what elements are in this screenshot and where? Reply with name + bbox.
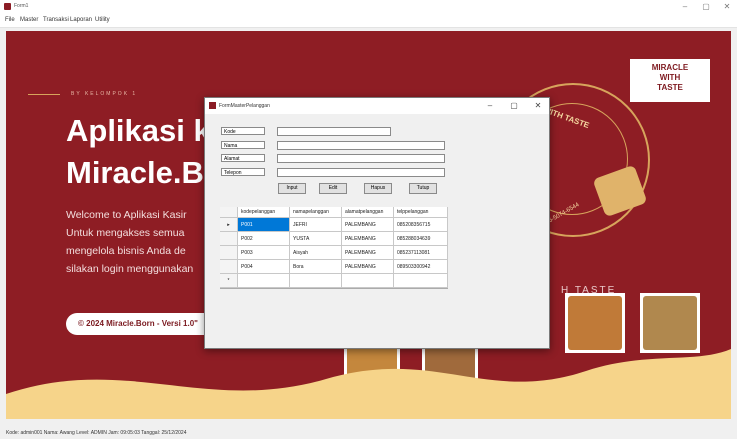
grid-new-row-cell[interactable] bbox=[238, 274, 290, 288]
brand-box: MIRACLE WITH TASTE bbox=[630, 59, 710, 102]
tutup-button[interactable]: Tutup bbox=[409, 183, 437, 194]
grid-cell[interactable]: 085237113081 bbox=[394, 246, 448, 260]
dialog-title: FormMasterPelanggan bbox=[219, 103, 270, 109]
input-telepon[interactable] bbox=[277, 168, 445, 177]
welcome-line-4: silakan login menggunakan bbox=[66, 263, 194, 275]
grid-cell[interactable]: P002 bbox=[238, 232, 290, 246]
grid-cell[interactable]: Bora bbox=[290, 260, 342, 274]
menu-laporan[interactable]: Laporan bbox=[70, 17, 92, 23]
label-alamat: Alamat bbox=[221, 154, 265, 162]
grid-cell[interactable]: P004 bbox=[238, 260, 290, 274]
welcome-line-3: mengelola bisnis Anda de bbox=[66, 245, 186, 257]
hero-title-line2: Miracle.B bbox=[66, 155, 204, 190]
form-master-pelanggan-dialog: FormMasterPelanggan – ▢ ✕ Kode Nama Alam… bbox=[204, 97, 550, 349]
app-icon bbox=[4, 3, 11, 10]
app-title: Form1 bbox=[14, 3, 29, 9]
grid-cell[interactable]: JEFRI bbox=[290, 218, 342, 232]
grid-cell[interactable]: PALEMBANG bbox=[342, 218, 394, 232]
grid-cell[interactable]: 085288034639 bbox=[394, 232, 448, 246]
grid-cell[interactable]: Aisyah bbox=[290, 246, 342, 260]
grid-new-row-cell[interactable] bbox=[290, 274, 342, 288]
close-button[interactable]: ✕ bbox=[718, 0, 736, 14]
grid-cell[interactable]: PALEMBANG bbox=[342, 260, 394, 274]
dialog-titlebar: FormMasterPelanggan – ▢ ✕ bbox=[205, 98, 549, 114]
input-button[interactable]: Input bbox=[278, 183, 306, 194]
label-nama: Nama bbox=[221, 141, 265, 149]
brand-line-3: TASTE bbox=[657, 83, 683, 92]
grid-row-header[interactable] bbox=[220, 246, 238, 260]
status-bar: Kode: admin001 Nama: Awang Level: ADMIN … bbox=[0, 428, 737, 439]
grid-header-nama[interactable]: namapelanggan bbox=[290, 207, 342, 218]
hapus-button[interactable]: Hapus bbox=[364, 183, 392, 194]
welcome-line-2: Untuk mengakses semua bbox=[66, 227, 185, 239]
grid-header-kode[interactable]: kodepelanggan bbox=[238, 207, 290, 218]
welcome-line-1: Welcome to Aplikasi Kasir bbox=[66, 209, 187, 221]
brand-line-1: MIRACLE bbox=[651, 63, 689, 72]
label-telepon: Telepon bbox=[221, 168, 265, 176]
menubar: File Master Transaksi Laporan Utility bbox=[0, 14, 737, 28]
input-nama[interactable] bbox=[277, 141, 445, 150]
dialog-maximize-button[interactable]: ▢ bbox=[507, 100, 521, 112]
grid-header-telp[interactable]: telppelanggan bbox=[394, 207, 448, 218]
minimize-button[interactable]: – bbox=[676, 0, 694, 14]
edit-button[interactable]: Edit bbox=[319, 183, 347, 194]
app-titlebar: Form1 – ▢ ✕ bbox=[0, 0, 737, 14]
hero-title-line1: Aplikasi k bbox=[66, 113, 211, 148]
menu-transaksi[interactable]: Transaksi bbox=[43, 17, 69, 23]
dialog-close-button[interactable]: ✕ bbox=[531, 100, 545, 112]
decorative-line bbox=[28, 94, 60, 95]
grid-row-header[interactable] bbox=[220, 260, 238, 274]
grid-cell[interactable]: 089503300942 bbox=[394, 260, 448, 274]
brand-line-2: WITH bbox=[659, 73, 681, 82]
menu-master[interactable]: Master bbox=[20, 17, 38, 23]
grid-cell[interactable]: 085208356715 bbox=[394, 218, 448, 232]
grid-new-row-cell[interactable] bbox=[394, 274, 448, 288]
grid-row-header[interactable]: ▸ bbox=[220, 218, 238, 232]
grid-cell[interactable]: P003 bbox=[238, 246, 290, 260]
grid-corner bbox=[220, 207, 238, 218]
dialog-minimize-button[interactable]: – bbox=[483, 100, 497, 112]
grid-cell[interactable]: PALEMBANG bbox=[342, 246, 394, 260]
menu-utility[interactable]: Utility bbox=[95, 17, 110, 23]
grid-header-alamat[interactable]: alamatpelanggan bbox=[342, 207, 394, 218]
dialog-icon bbox=[209, 102, 216, 109]
maximize-button[interactable]: ▢ bbox=[697, 0, 715, 14]
kelompok-label: BY KELOMPOK 1 bbox=[71, 91, 138, 97]
menu-file[interactable]: File bbox=[5, 17, 15, 23]
input-alamat[interactable] bbox=[277, 154, 445, 163]
grid-cell[interactable]: PALEMBANG bbox=[342, 232, 394, 246]
grid-row-header[interactable] bbox=[220, 232, 238, 246]
label-kode: Kode bbox=[221, 127, 265, 135]
pelanggan-grid[interactable]: kodepelanggan namapelanggan alamatpelang… bbox=[220, 207, 448, 289]
grid-new-row-cell[interactable] bbox=[342, 274, 394, 288]
grid-cell[interactable]: P001 bbox=[238, 218, 290, 232]
input-kode[interactable] bbox=[277, 127, 391, 136]
grid-cell[interactable]: YUSTA bbox=[290, 232, 342, 246]
grid-new-row-header[interactable]: * bbox=[220, 274, 238, 288]
